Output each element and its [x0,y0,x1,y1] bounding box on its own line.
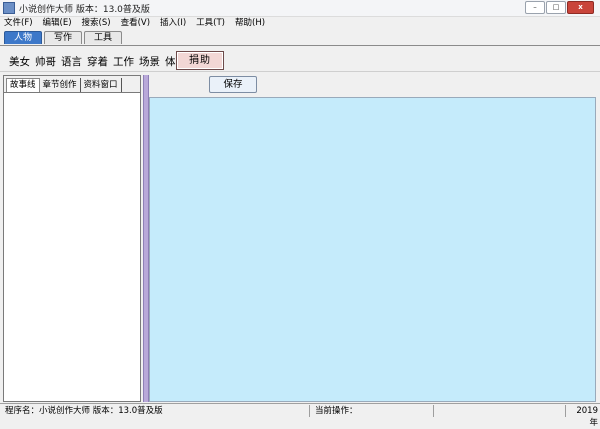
menu-tools[interactable]: 工具(T) [196,17,225,30]
tab-characters[interactable]: 人物 [4,31,43,44]
category-handsome[interactable]: 帅哥 [35,54,56,69]
category-toolbar: 美女 帅哥 语言 穿着 工作 场景 体貌 [9,54,186,69]
main-tabs: 人物 写作 工具 [4,31,123,45]
left-panel-tabs: 故事线 章节创作 资料窗口 [4,76,140,93]
menu-insert[interactable]: 插入(I) [160,17,186,30]
category-scene[interactable]: 场景 [139,54,160,69]
storyline-tree[interactable] [4,117,140,401]
window-controls: – □ x [525,1,594,14]
status-operation: 当前操作： [312,405,434,417]
title-bar: 小说创作大师 版本：13.0普及版 – □ x [0,0,600,17]
menu-view[interactable]: 查看(V) [121,17,150,30]
toolbar-divider [0,71,600,72]
status-spacer [436,405,566,417]
close-button[interactable]: x [567,1,594,14]
minimize-button[interactable]: – [525,1,545,14]
text-editor[interactable] [149,97,596,402]
tab-tools[interactable]: 工具 [84,31,123,44]
category-language[interactable]: 语言 [61,54,82,69]
save-button[interactable]: 保存 [209,76,257,93]
status-program: 程序名：小说创作大师 版本：13.0普及版 [2,405,310,417]
window-title: 小说创作大师 版本：13.0普及版 [19,5,150,15]
category-beauty[interactable]: 美女 [9,54,30,69]
category-clothing[interactable]: 穿着 [87,54,108,69]
status-year: 2019年 [576,406,598,428]
menu-edit[interactable]: 编辑(E) [43,17,72,30]
menu-bar: 文件(F) 编辑(E) 搜索(S) 查看(V) 插入(I) 工具(T) 帮助(H… [0,17,600,30]
status-bar: 程序名：小说创作大师 版本：13.0普及版 当前操作： 2019年 [0,403,600,428]
maximize-button[interactable]: □ [546,1,566,14]
menu-file[interactable]: 文件(F) [4,17,33,30]
menu-help[interactable]: 帮助(H) [235,17,265,30]
tab-chapter-writing[interactable]: 章节创作 [39,78,81,92]
left-panel: 故事线 章节创作 资料窗口 [3,75,141,402]
tab-storyline[interactable]: 故事线 [6,78,40,92]
tab-reference-window[interactable]: 资料窗口 [80,78,122,92]
category-work[interactable]: 工作 [113,54,134,69]
menu-search[interactable]: 搜索(S) [82,17,111,30]
app-icon [3,2,15,14]
tab-divider [0,45,600,46]
donate-button[interactable]: 捐助 [176,51,224,70]
tab-writing[interactable]: 写作 [44,31,83,44]
